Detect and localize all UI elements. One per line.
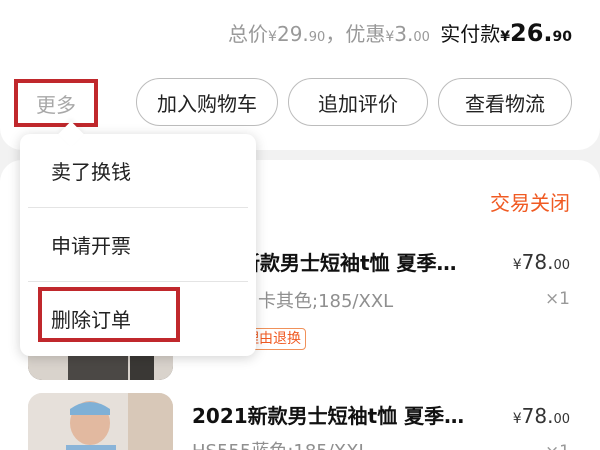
order-status: 交易关闭 bbox=[490, 191, 570, 215]
more-menu: 卖了换钱 申请开票 删除订单 bbox=[20, 121, 256, 356]
menu-item-invoice[interactable]: 申请开票 bbox=[20, 208, 256, 281]
product-price: ¥78.00 bbox=[513, 250, 570, 274]
total-currency: ¥ bbox=[268, 29, 277, 45]
product-quantity: ×1 bbox=[545, 442, 570, 450]
paid-currency: ¥ bbox=[500, 29, 510, 45]
total-amount: 29. bbox=[276, 22, 309, 46]
product-thumbnail[interactable] bbox=[28, 393, 173, 450]
discount-decimals: 00 bbox=[413, 30, 430, 45]
add-to-cart-button[interactable]: 加入购物车 bbox=[136, 78, 278, 126]
order-totals: 总价¥29.90，优惠¥3.00 实付款¥26.90 bbox=[228, 18, 572, 47]
price-currency: ¥ bbox=[512, 257, 522, 273]
product-title[interactable]: 2021新款男士短袖t恤 夏季… bbox=[192, 400, 464, 429]
paid-label: 实付款 bbox=[440, 22, 501, 46]
delete-order-highlight bbox=[38, 287, 180, 342]
total-label: 总价 bbox=[228, 22, 269, 46]
product-variant: 卡其色;185/XXL bbox=[258, 291, 394, 312]
discount-label: 优惠 bbox=[345, 22, 386, 46]
product-quantity: ×1 bbox=[544, 289, 570, 309]
discount-amount: 3. bbox=[394, 22, 414, 46]
product-title[interactable]: 新款男士短袖t恤 夏季… bbox=[240, 247, 457, 276]
add-review-button[interactable]: 追加评价 bbox=[288, 78, 428, 126]
more-button[interactable]: 更多 bbox=[14, 79, 98, 127]
discount-currency: ¥ bbox=[385, 29, 395, 45]
price-amount: 78. bbox=[521, 250, 554, 274]
view-logistics-button[interactable]: 查看物流 bbox=[438, 78, 572, 126]
price-decimals: 00 bbox=[553, 258, 570, 273]
paid-amount: 26. bbox=[510, 19, 553, 47]
total-decimals: 90 bbox=[308, 30, 326, 45]
paid-decimals: 90 bbox=[552, 29, 572, 45]
product-image bbox=[28, 393, 173, 450]
separator: ， bbox=[325, 22, 346, 46]
product-price: ¥78.00 bbox=[513, 404, 570, 428]
product-variant: HS555蓝色;185/XXL bbox=[192, 437, 369, 450]
price-decimals: 00 bbox=[553, 412, 570, 427]
order-card-top: 总价¥29.90，优惠¥3.00 实付款¥26.90 更多 加入购物车 追加评价… bbox=[0, 0, 600, 150]
price-amount: 78. bbox=[521, 404, 554, 428]
menu-item-sell[interactable]: 卖了换钱 bbox=[20, 134, 256, 207]
price-currency: ¥ bbox=[512, 411, 522, 427]
